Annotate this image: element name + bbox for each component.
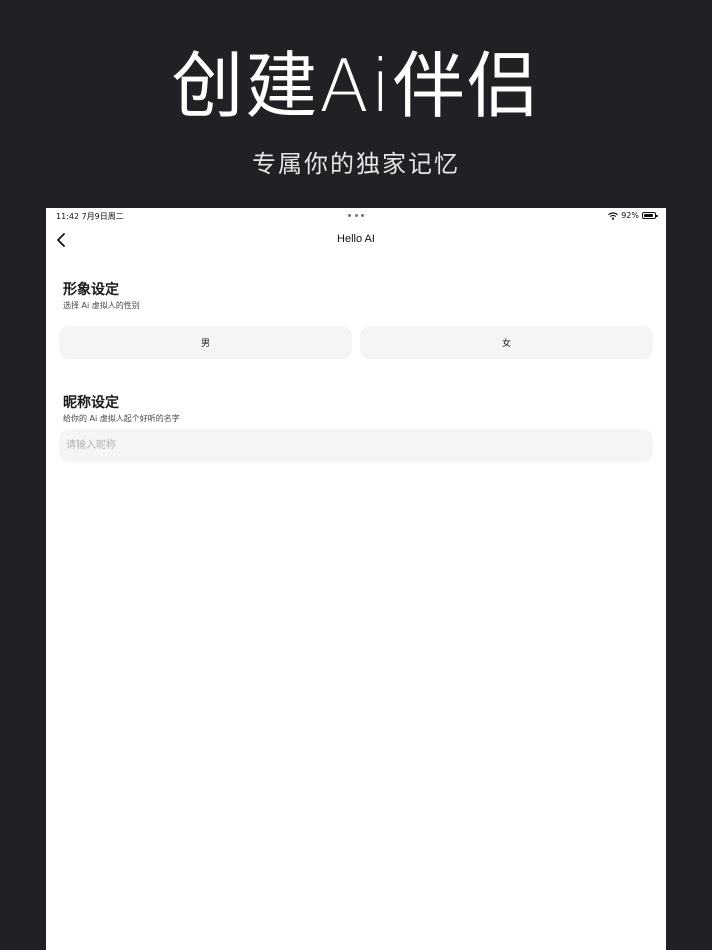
status-bar: 11:42 7月9日周二 92% bbox=[46, 208, 666, 224]
navigation-bar: Hello AI bbox=[46, 224, 666, 256]
battery-icon bbox=[642, 212, 658, 219]
status-right: 92% bbox=[608, 211, 658, 220]
multitasking-dots-icon[interactable] bbox=[348, 214, 364, 218]
appearance-section-desc: 选择 Ai 虚拟人的性别 bbox=[63, 301, 140, 310]
nav-title: Hello AI bbox=[337, 233, 375, 245]
hero-subtitle: 专属你的独家记忆 bbox=[252, 150, 460, 178]
device-screen: 11:42 7月9日周二 92% Hello AI 形象设定 选择 Ai 虚拟人… bbox=[46, 208, 666, 950]
status-time: 11:42 7月9日周二 bbox=[56, 212, 124, 221]
gender-male-button[interactable]: 男 bbox=[59, 326, 352, 359]
nickname-section-desc: 给你的 Ai 虚拟人起个好听的名字 bbox=[63, 414, 180, 423]
appearance-section-title: 形象设定 bbox=[63, 282, 119, 298]
battery-percent: 92% bbox=[621, 211, 639, 220]
nickname-section-title: 昵称设定 bbox=[63, 395, 119, 411]
gender-female-button[interactable]: 女 bbox=[360, 326, 653, 359]
hero-title: 创建Ai伴侣 bbox=[171, 44, 541, 128]
wifi-icon bbox=[608, 211, 619, 220]
nickname-input[interactable] bbox=[59, 429, 653, 462]
